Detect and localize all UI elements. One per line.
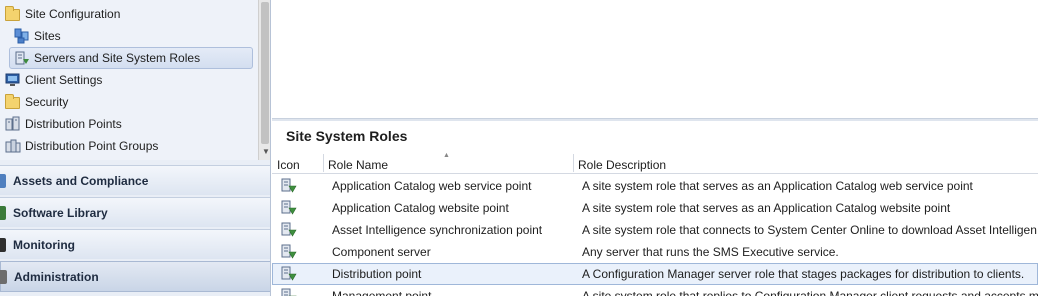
tree-item-sites[interactable]: Sites (14, 25, 61, 47)
scroll-down-arrow-icon[interactable]: ▼ (262, 147, 270, 156)
role-name: Application Catalog web service point (332, 179, 532, 193)
workspace-software-library[interactable]: Software Library (0, 197, 270, 227)
workspace-label: Monitoring (13, 238, 75, 252)
sites-icon (14, 28, 30, 44)
assets-icon (0, 174, 6, 188)
client-settings-icon (5, 72, 21, 88)
content-pane: Site System Roles Icon Role Name ▲ Role … (272, 0, 1038, 296)
tree-item-client-settings[interactable]: Client Settings (5, 69, 102, 91)
scrollbar-thumb[interactable] (261, 2, 269, 144)
column-separator[interactable] (573, 154, 574, 172)
table-row[interactable]: Management point A site system role that… (272, 285, 1038, 296)
software-library-icon (0, 206, 6, 220)
table-row-selected[interactable]: Distribution point A Configuration Manag… (272, 263, 1038, 285)
tree-item-label: Servers and Site System Roles (34, 51, 201, 65)
table-row[interactable]: Asset Intelligence synchronization point… (272, 219, 1038, 241)
table-row[interactable]: Application Catalog website point A site… (272, 197, 1038, 219)
role-name: Component server (332, 245, 431, 259)
site-role-icon (280, 200, 298, 216)
tree-item-label: Site Configuration (25, 7, 121, 21)
role-description: Any server that runs the SMS Executive s… (582, 245, 839, 259)
role-description: A site system role that replies to Confi… (582, 289, 1038, 296)
workspace-label: Assets and Compliance (13, 174, 149, 188)
role-name: Management point (332, 289, 432, 296)
folder-icon (5, 94, 21, 110)
site-role-icon (280, 178, 298, 194)
workspace-label: Administration (14, 270, 99, 284)
tree-item-label: Sites (34, 29, 61, 43)
administration-icon (0, 270, 7, 284)
role-name: Application Catalog website point (332, 201, 509, 215)
folder-icon (5, 6, 21, 22)
tree-item-site-configuration[interactable]: Site Configuration (5, 3, 120, 25)
role-description: A site system role that serves as an App… (582, 179, 973, 193)
tree-item-label: Distribution Points (25, 117, 122, 131)
sort-ascending-icon: ▲ (443, 152, 450, 159)
column-header-icon[interactable]: Icon (277, 152, 300, 174)
table-row[interactable]: Application Catalog web service point A … (272, 175, 1038, 197)
site-role-icon (280, 244, 298, 260)
column-separator[interactable] (323, 154, 324, 172)
tree-item-security[interactable]: Security (5, 91, 68, 113)
section-title: Site System Roles (286, 128, 408, 144)
tree-scrollbar[interactable]: ▼ (258, 0, 270, 160)
tree-item-label: Distribution Point Groups (25, 139, 159, 153)
admin-tree: Site Configuration Sites Servers and Sit… (0, 0, 258, 160)
tree-item-label: Client Settings (25, 73, 103, 87)
monitoring-icon (0, 238, 6, 252)
grid-header: Icon Role Name ▲ Role Description (272, 152, 1038, 174)
tree-item-distribution-point-groups[interactable]: Distribution Point Groups (5, 135, 158, 157)
tree-item-label: Security (25, 95, 69, 109)
workspace-assets-and-compliance[interactable]: Assets and Compliance (0, 165, 270, 195)
distribution-points-icon (5, 116, 21, 132)
site-role-icon (280, 222, 298, 238)
pane-splitter[interactable] (272, 118, 1038, 121)
tree-item-distribution-points[interactable]: Distribution Points (5, 113, 122, 135)
workspace-monitoring[interactable]: Monitoring (0, 229, 270, 259)
column-header-role-description[interactable]: Role Description (578, 152, 666, 174)
role-description: A site system role that connects to Syst… (582, 223, 1037, 237)
navigation-pane: Site Configuration Sites Servers and Sit… (0, 0, 271, 296)
role-description: A site system role that serves as an App… (582, 201, 951, 215)
site-role-icon (280, 288, 298, 296)
column-header-role-name[interactable]: Role Name (328, 152, 388, 174)
role-name: Distribution point (332, 267, 422, 281)
site-role-icon (280, 266, 298, 282)
workspace-administration[interactable]: Administration (0, 261, 270, 292)
table-row[interactable]: Component server Any server that runs th… (272, 241, 1038, 263)
workspace-label: Software Library (13, 206, 108, 220)
role-name: Asset Intelligence synchronization point (332, 223, 543, 237)
distribution-point-groups-icon (5, 138, 21, 154)
role-description: A Configuration Manager server role that… (582, 267, 1025, 281)
tree-item-servers-and-site-system-roles[interactable]: Servers and Site System Roles (9, 47, 253, 69)
server-roles-icon (14, 50, 30, 66)
